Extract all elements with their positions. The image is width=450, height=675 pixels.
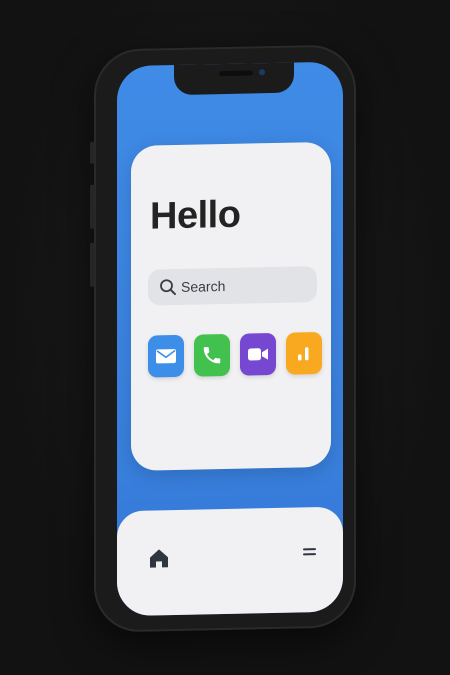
search-placeholder: Search xyxy=(181,277,226,295)
video-app-button[interactable] xyxy=(240,332,276,376)
volume-up-button xyxy=(90,184,95,229)
analytics-app-button[interactable] xyxy=(286,331,322,375)
phone-app-button[interactable] xyxy=(194,333,230,377)
phone-screen: Hello Search xyxy=(117,61,343,617)
app-row xyxy=(148,331,322,378)
home-icon[interactable] xyxy=(147,546,171,571)
search-icon xyxy=(158,277,178,297)
video-icon xyxy=(248,348,268,361)
earpiece-speaker xyxy=(219,70,253,77)
greeting-title: Hello xyxy=(150,193,241,238)
menu-icon[interactable] xyxy=(303,545,317,557)
volume-down-button xyxy=(90,242,95,287)
mail-app-button[interactable] xyxy=(148,334,184,378)
notch xyxy=(174,61,294,96)
phone-frame: Hello Search xyxy=(90,44,356,633)
phone-icon xyxy=(203,347,221,364)
mute-switch xyxy=(90,141,95,164)
front-camera xyxy=(259,69,265,76)
home-card: Hello Search xyxy=(131,141,331,471)
mail-icon xyxy=(156,349,176,364)
bottom-dock xyxy=(117,506,343,617)
search-bar[interactable]: Search xyxy=(148,266,317,306)
background: Hello Search xyxy=(0,0,450,675)
bar-chart-icon xyxy=(298,347,309,361)
